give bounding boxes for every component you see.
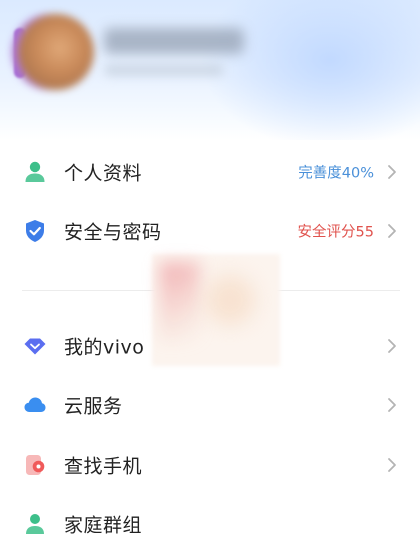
profile-subtitle [104,64,224,76]
obscured-region-streak [160,262,200,342]
obscured-region-glow [205,275,255,325]
menu-item-label: 家庭群组 [64,514,143,537]
chevron-right-icon [388,458,396,472]
menu-item-family-group[interactable]: 家庭群组 [0,496,420,552]
chevron-right-icon [388,224,396,238]
menu-item-label: 安全与密码 [64,221,162,244]
menu-item-find-phone[interactable]: 查找手机 [0,437,420,493]
menu-item-label: 我的vivo [64,336,145,359]
menu-item-cloud-service[interactable]: 云服务 [0,377,420,433]
menu-item-label: 查找手机 [64,455,143,478]
chevron-right-icon [388,339,396,353]
cloud-icon [24,397,46,412]
family-icon [26,514,44,534]
person-icon [25,161,45,182]
menu-item-label: 个人资料 [64,162,143,185]
diamond-icon [24,338,46,355]
menu-item-label: 云服务 [64,395,123,418]
find-phone-icon [26,455,45,475]
completion-status: 完善度40% [298,165,374,182]
profile-name [104,28,244,54]
avatar[interactable] [18,14,94,90]
profile-header[interactable] [0,0,420,140]
shield-check-icon [26,220,44,242]
security-score: 安全评分55 [297,224,374,241]
menu-item-personal-info[interactable]: 个人资料 完善度40% [0,144,420,200]
chevron-right-icon [388,165,396,179]
chevron-right-icon [388,398,396,412]
menu-item-security-password[interactable]: 安全与密码 安全评分55 [0,203,420,259]
header-background-glow [200,0,420,140]
